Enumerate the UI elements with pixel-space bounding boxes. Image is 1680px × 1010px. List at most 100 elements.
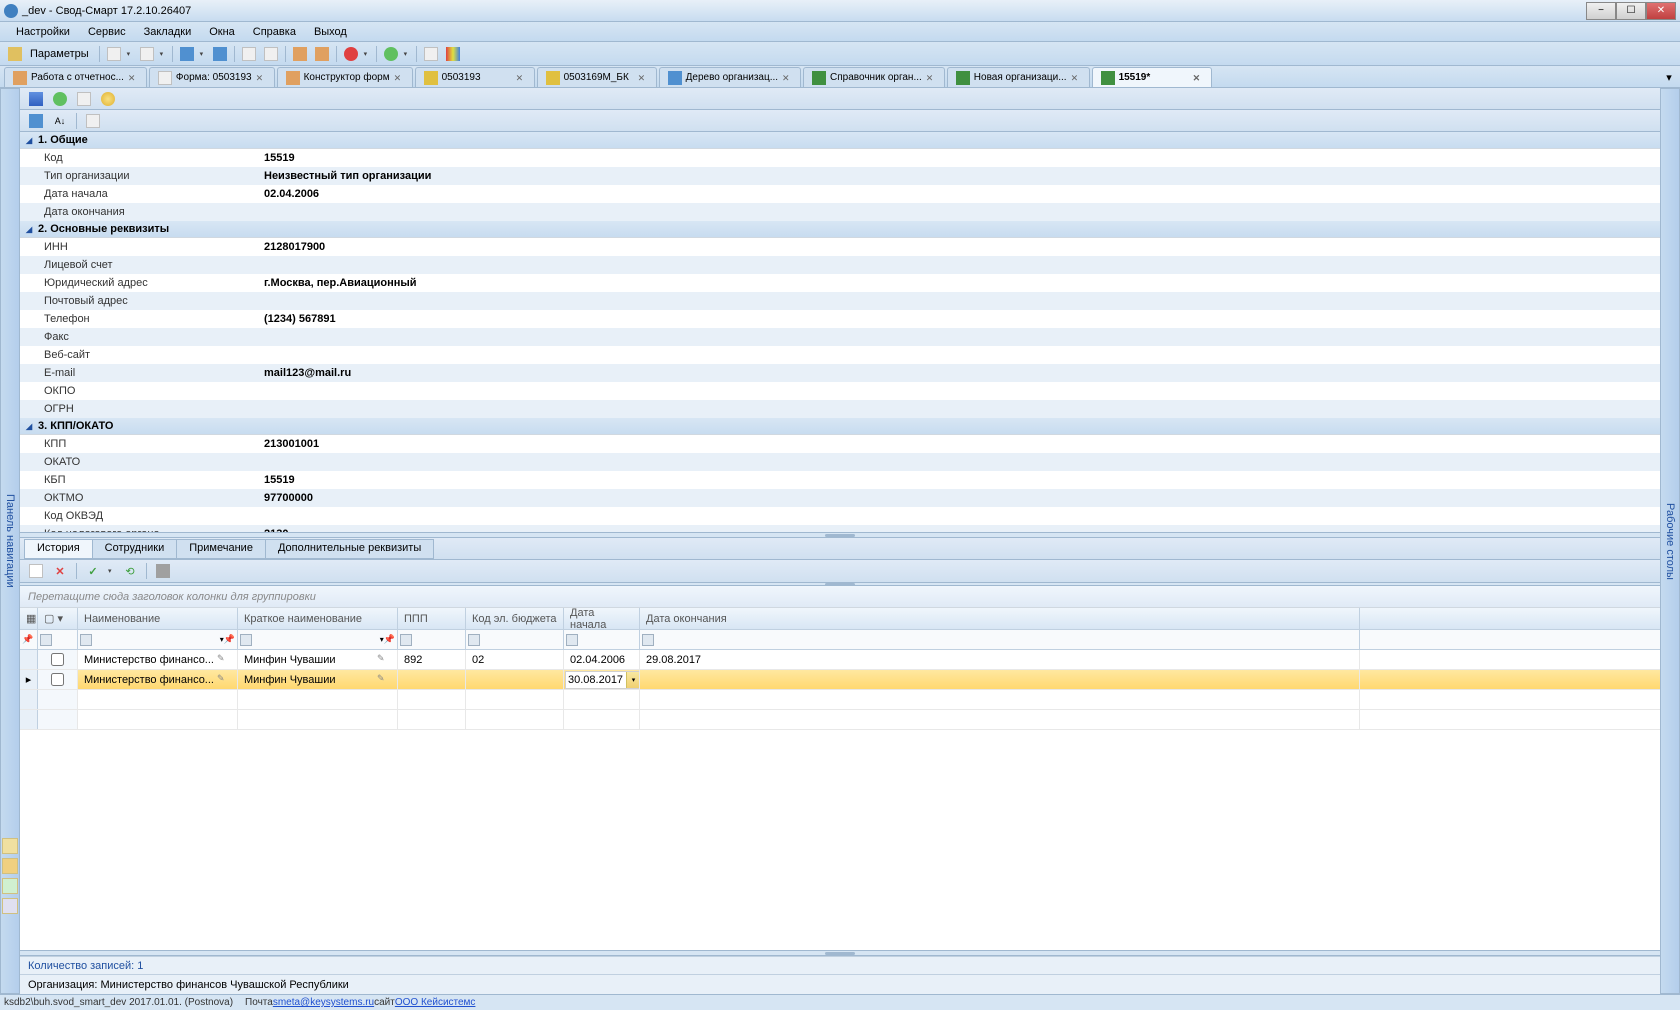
tool-btn-1[interactable] [104, 45, 124, 63]
edit-icon[interactable]: ✎ [217, 673, 231, 687]
tab-reports[interactable]: Работа с отчетнос...✕ [4, 67, 147, 87]
page-button[interactable] [83, 112, 103, 130]
tab-0503193[interactable]: 0503193✕ [415, 67, 535, 87]
print-button[interactable] [153, 562, 173, 580]
collapse-icon[interactable]: ◢ [26, 422, 34, 430]
col-name[interactable]: Наименование [78, 608, 238, 629]
prop-email-value[interactable]: mail123@mail.ru [260, 367, 1660, 379]
params-label[interactable]: Параметры [24, 48, 95, 60]
tool-btn-stop[interactable] [341, 45, 361, 63]
refresh-button[interactable] [50, 90, 70, 108]
tab-form-constructor[interactable]: Конструктор форм✕ [277, 67, 413, 87]
categorized-button[interactable] [26, 112, 46, 130]
menu-windows[interactable]: Окна [201, 24, 243, 40]
menu-settings[interactable]: Настройки [8, 24, 78, 40]
new-button[interactable] [26, 562, 46, 580]
edit-icon[interactable]: ✎ [217, 653, 231, 667]
cell-end[interactable]: 29.08.2017 [640, 650, 1360, 669]
desktops-panel-collapsed[interactable]: Рабочие столы [1660, 88, 1680, 994]
prop-kbp-value[interactable]: 15519 [260, 474, 1660, 486]
date-input[interactable]: ▾ [565, 671, 640, 689]
table-row[interactable] [20, 690, 1660, 710]
col-start[interactable]: Дата начала [564, 608, 640, 629]
cell-ppp[interactable] [398, 670, 466, 689]
tab-close-icon[interactable]: ✕ [1071, 73, 1081, 83]
subtab-note[interactable]: Примечание [176, 539, 266, 559]
tool-btn-2[interactable] [137, 45, 157, 63]
prop-inn-value[interactable]: 2128017900 [260, 241, 1660, 253]
dropdown-arrow-icon[interactable]: ▾ [364, 50, 372, 58]
collapse-icon[interactable]: ◢ [26, 225, 34, 233]
prop-code-value[interactable]: 15519 [260, 152, 1660, 164]
menu-exit[interactable]: Выход [306, 24, 355, 40]
subtab-employees[interactable]: Сотрудники [92, 539, 178, 559]
site-link[interactable]: ООО Кейсистемс [395, 997, 476, 1008]
filter-name[interactable]: ▾📌 [78, 630, 238, 649]
table-row[interactable]: Министерство финансо...✎ Минфин Чувашии✎… [20, 650, 1660, 670]
edit-icon[interactable]: ✎ [377, 653, 391, 667]
cell-budget[interactable] [466, 670, 564, 689]
save-button[interactable] [26, 90, 46, 108]
tab-org-directory[interactable]: Справочник орган...✕ [803, 67, 945, 87]
tab-org-tree[interactable]: Дерево организац...✕ [659, 67, 801, 87]
edit-icon[interactable]: ✎ [377, 673, 391, 687]
filter-budget[interactable] [466, 630, 564, 649]
prop-phone-value[interactable]: (1234) 567891 [260, 313, 1660, 325]
table-row[interactable]: ▸ Министерство финансо...✎ Минфин Чуваши… [20, 670, 1660, 690]
filter-start[interactable] [564, 630, 640, 649]
prop-legaladdr-value[interactable]: г.Москва, пер.Авиационный [260, 277, 1660, 289]
group-requisites[interactable]: ◢2. Основные реквизиты [20, 221, 1660, 238]
tab-close-icon[interactable]: ✕ [394, 73, 404, 83]
minimize-button[interactable]: − [1586, 2, 1616, 20]
col-indicator[interactable]: ▦ [20, 608, 38, 629]
delete-button[interactable]: ✕ [50, 562, 70, 580]
tool-btn-chart[interactable] [443, 45, 463, 63]
prop-start-value[interactable]: 02.04.2006 [260, 188, 1660, 200]
tab-close-icon[interactable]: ✕ [516, 73, 526, 83]
menu-service[interactable]: Сервис [80, 24, 134, 40]
group-by-panel[interactable]: Перетащите сюда заголовок колонки для гр… [20, 586, 1660, 608]
apply-button[interactable]: ✓ [83, 562, 103, 580]
menu-bookmarks[interactable]: Закладки [136, 24, 200, 40]
cell-short[interactable]: Минфин Чувашии✎ [238, 670, 398, 689]
tab-form-0503193[interactable]: Форма: 0503193✕ [149, 67, 275, 87]
tool-btn-9[interactable] [381, 45, 401, 63]
mail-link[interactable]: smeta@keysystems.ru [273, 997, 374, 1008]
cancel-button[interactable]: ⟲ [120, 562, 140, 580]
cell-short[interactable]: Минфин Чувашии✎ [238, 650, 398, 669]
cell-start[interactable]: ▾ [564, 670, 640, 689]
cell-name[interactable]: Министерство финансо...✎ [78, 670, 238, 689]
tool-btn-5[interactable] [239, 45, 259, 63]
tab-close-icon[interactable]: ✕ [1193, 73, 1203, 83]
collapse-icon[interactable]: ◢ [26, 136, 34, 144]
group-general[interactable]: ◢1. Общие [20, 132, 1660, 149]
close-button[interactable]: ✕ [1646, 2, 1676, 20]
cell-start[interactable]: 02.04.2006 [564, 650, 640, 669]
dropdown-arrow-icon[interactable]: ▾ [404, 50, 412, 58]
cell-ppp[interactable]: 892 [398, 650, 466, 669]
row-checkbox[interactable] [38, 650, 78, 669]
prop-kpp-value[interactable]: 213001001 [260, 438, 1660, 450]
filter-check[interactable] [38, 630, 78, 649]
tab-close-icon[interactable]: ✕ [256, 73, 266, 83]
quick-icon-1[interactable] [2, 838, 18, 854]
subtab-extra[interactable]: Дополнительные реквизиты [265, 539, 434, 559]
tab-close-icon[interactable]: ✕ [926, 73, 936, 83]
filter-pin[interactable]: 📌 [20, 630, 38, 649]
menu-help[interactable]: Справка [245, 24, 304, 40]
filter-ppp[interactable] [398, 630, 466, 649]
prop-oktmo-value[interactable]: 97700000 [260, 492, 1660, 504]
tab-close-icon[interactable]: ✕ [128, 73, 138, 83]
date-dropdown-icon[interactable]: ▾ [626, 672, 640, 688]
group-kpp-okato[interactable]: ◢3. КПП/ОКАТО [20, 418, 1660, 435]
col-short[interactable]: Краткое наименование [238, 608, 398, 629]
table-row[interactable] [20, 710, 1660, 730]
col-checkbox[interactable]: ▢ ▾ [38, 608, 78, 629]
filter-end[interactable] [640, 630, 1360, 649]
tabs-overflow-button[interactable]: ▾ [1662, 67, 1676, 87]
subtab-history[interactable]: История [24, 539, 93, 559]
tool-btn-6[interactable] [261, 45, 281, 63]
filter-short[interactable]: ▾📌 [238, 630, 398, 649]
cell-name[interactable]: Министерство финансо...✎ [78, 650, 238, 669]
row-checkbox[interactable] [38, 670, 78, 689]
